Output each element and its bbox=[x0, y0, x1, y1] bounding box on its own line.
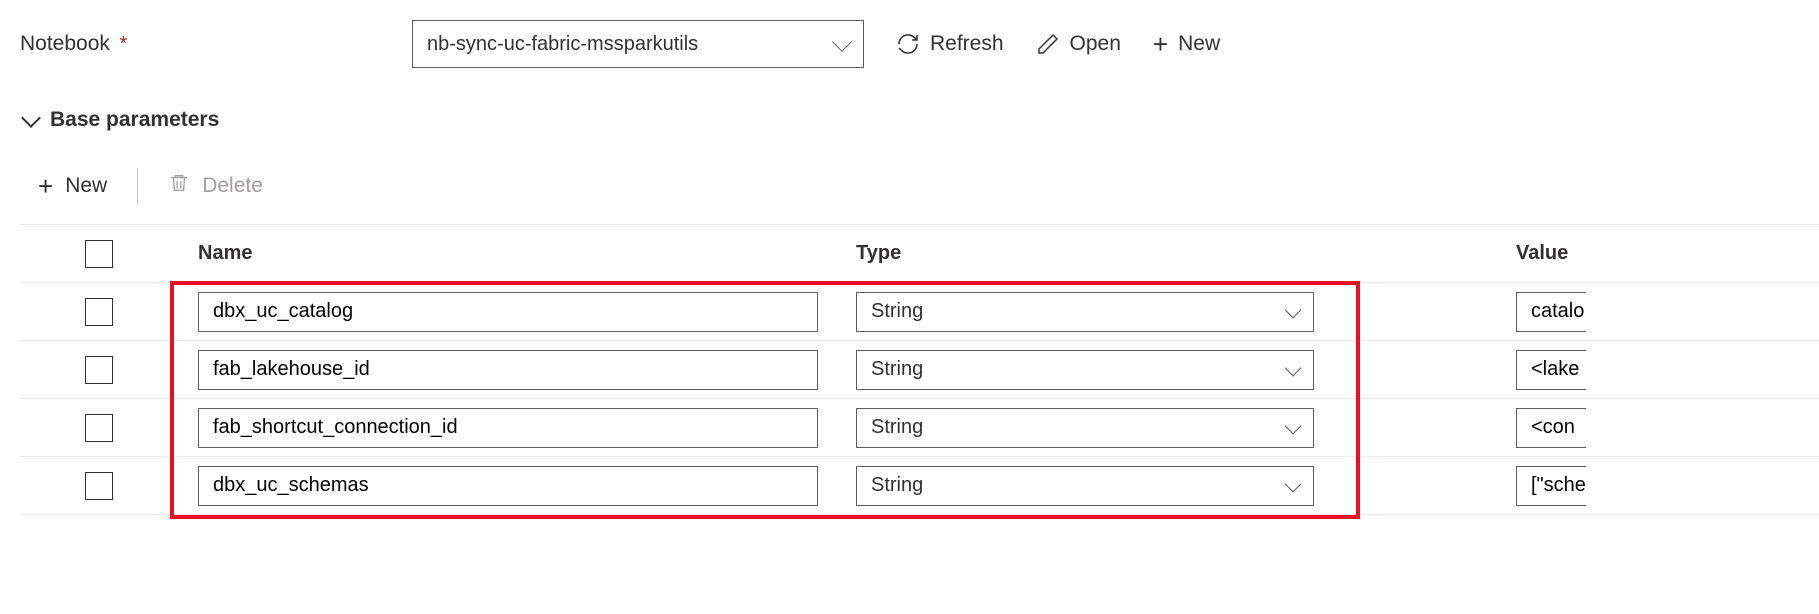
param-name-input[interactable] bbox=[198, 466, 818, 506]
notebook-label: Notebook bbox=[20, 32, 110, 55]
notebook-dropdown[interactable]: nb-sync-uc-fabric-mssparkutils bbox=[412, 20, 864, 68]
row-checkbox[interactable] bbox=[85, 298, 113, 326]
chevron-down-icon bbox=[832, 32, 852, 52]
section-title: Base parameters bbox=[50, 108, 219, 132]
table-row: String bbox=[20, 341, 1819, 399]
param-type-select[interactable]: String bbox=[856, 350, 1314, 390]
header-name: Name bbox=[178, 242, 838, 265]
row-checkbox[interactable] bbox=[85, 356, 113, 384]
notebook-value: nb-sync-uc-fabric-mssparkutils bbox=[427, 33, 698, 56]
param-name-input[interactable] bbox=[198, 292, 818, 332]
base-parameters-toggle[interactable]: Base parameters bbox=[20, 108, 1819, 132]
pencil-icon bbox=[1036, 32, 1060, 56]
refresh-button[interactable]: Refresh bbox=[896, 32, 1004, 56]
param-type-select[interactable]: String bbox=[856, 408, 1314, 448]
param-value-input[interactable] bbox=[1516, 408, 1586, 448]
table-row: String bbox=[20, 457, 1819, 515]
param-value-input[interactable] bbox=[1516, 350, 1586, 390]
param-new-button[interactable]: + New bbox=[30, 169, 115, 203]
table-row: String bbox=[20, 399, 1819, 457]
new-button[interactable]: + New bbox=[1153, 31, 1220, 57]
select-all-checkbox[interactable] bbox=[85, 240, 113, 268]
trash-icon bbox=[168, 172, 190, 200]
param-name-input[interactable] bbox=[198, 350, 818, 390]
param-delete-button[interactable]: Delete bbox=[160, 168, 271, 204]
required-indicator: * bbox=[119, 33, 127, 55]
chevron-down-icon bbox=[1285, 359, 1302, 376]
chevron-down-icon bbox=[21, 108, 41, 128]
param-type-select[interactable]: String bbox=[856, 292, 1314, 332]
table-header-row: Name Type Value bbox=[20, 225, 1819, 283]
header-value: Value bbox=[1498, 242, 1568, 265]
row-checkbox[interactable] bbox=[85, 414, 113, 442]
param-name-input[interactable] bbox=[198, 408, 818, 448]
row-checkbox[interactable] bbox=[85, 472, 113, 500]
param-value-input[interactable] bbox=[1516, 466, 1586, 506]
header-type: Type bbox=[838, 242, 1498, 265]
table-row: String bbox=[20, 283, 1819, 341]
divider bbox=[137, 168, 138, 204]
param-type-select[interactable]: String bbox=[856, 466, 1314, 506]
plus-icon: + bbox=[1153, 31, 1168, 57]
chevron-down-icon bbox=[1285, 475, 1302, 492]
plus-icon: + bbox=[38, 173, 53, 199]
refresh-icon bbox=[896, 32, 920, 56]
chevron-down-icon bbox=[1285, 417, 1302, 434]
open-button[interactable]: Open bbox=[1036, 32, 1121, 56]
chevron-down-icon bbox=[1285, 301, 1302, 318]
param-value-input[interactable] bbox=[1516, 292, 1586, 332]
